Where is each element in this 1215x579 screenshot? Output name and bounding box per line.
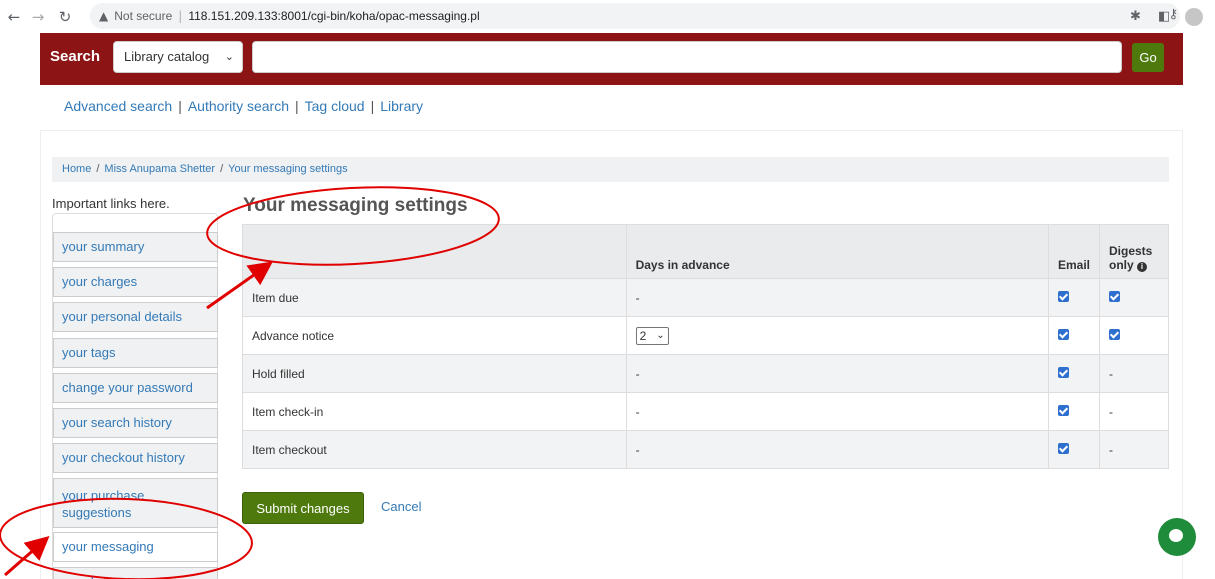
address-separator: | [178,9,183,23]
breadcrumb: Home / Miss Anupama Shetter / Your messa… [52,157,1169,182]
days-cell: 2 ⌄ [625,316,1049,355]
search-scope-select[interactable]: Library catalog ⌄ [113,41,243,73]
days-in-advance-select[interactable]: 2 ⌄ [635,326,669,345]
go-button[interactable]: Go [1132,43,1164,72]
reload-icon[interactable]: ↻ [56,8,74,26]
sidebar-item-purchase-suggestions[interactable]: your purchase suggestions [53,478,218,528]
chevron-down-icon: ⌄ [224,51,234,63]
email-cell [1047,316,1101,355]
table-row: Item check-in - - [242,392,1169,431]
cancel-link[interactable]: Cancel [381,499,421,514]
search-scope-value: Library catalog [124,49,210,64]
message-name: Hold filled [242,354,627,393]
divider: | [370,98,375,114]
breadcrumb-current[interactable]: Your messaging settings [228,163,347,176]
sidebar-item-change-password[interactable]: change your password [53,373,218,403]
authority-search-link[interactable]: Authority search [188,98,289,114]
table-row: Advance notice 2 ⌄ [242,316,1169,355]
digest-value: - [1099,354,1169,393]
search-input[interactable] [252,41,1122,73]
secondary-nav: Advanced search | Authority search | Tag… [64,98,423,114]
info-icon[interactable]: i [1137,262,1148,272]
message-name: Item check-in [242,392,627,431]
days-value: - [625,278,1049,317]
divider: | [178,98,182,114]
email-cell [1047,430,1101,469]
column-header-digests: Digests only i [1099,224,1169,279]
digest-value: - [1099,392,1169,431]
breadcrumb-patron[interactable]: Miss Anupama Shetter [104,163,215,176]
digest-cell [1099,316,1169,355]
days-select-value: 2 [639,328,647,343]
column-header-days: Days in advance [625,224,1049,279]
table-row: Item checkout - - [242,430,1169,469]
breadcrumb-separator: / [220,163,224,175]
sidebar-intro: Important links here. [52,196,170,211]
message-name: Advance notice [242,316,627,355]
side-panel-icon[interactable]: ◧ [1158,9,1170,24]
search-bar: Search Library catalog ⌄ Go [40,33,1183,85]
days-value: - [625,354,1049,393]
table-row: Item due - [242,278,1169,317]
email-cell [1047,354,1101,393]
digest-checkbox[interactable] [1109,290,1120,302]
email-cell [1047,278,1101,317]
email-checkbox[interactable] [1057,328,1069,340]
submit-changes-button[interactable]: Submit changes [242,492,364,524]
breadcrumb-separator: / [96,163,100,175]
sidebar-item-personal-details[interactable]: your personal details [53,302,218,332]
sidebar-item-charges[interactable]: your charges [53,267,218,297]
chevron-down-icon: ⌄ [656,329,665,341]
days-value: - [625,430,1049,469]
page-title: Your messaging settings [243,195,468,216]
email-checkbox[interactable] [1057,404,1069,416]
forward-arrow-icon[interactable]: → [29,8,47,26]
sidebar-item-checkout-history[interactable]: your checkout history [53,443,218,473]
extensions-icon[interactable]: ✱ [1130,9,1141,24]
digest-cell [1099,278,1169,317]
back-arrow-icon[interactable]: ← [5,8,23,26]
annotation-arrow-messaging [4,536,50,577]
library-link[interactable]: Library [380,98,423,114]
search-label: Search [50,48,101,65]
security-label: Not secure [114,9,173,23]
column-header-email: Email [1047,224,1101,279]
sidebar-item-messaging[interactable]: your messaging [53,532,218,562]
column-header-message [242,224,627,279]
email-checkbox[interactable] [1057,366,1069,378]
table-header-row: Days in advance Email Digests only i [242,224,1169,279]
message-name: Item due [242,278,627,317]
sidebar-item-tags[interactable]: your tags [53,338,218,368]
email-cell [1047,392,1101,431]
sidebar-item-lists[interactable]: your lists [53,567,218,579]
advanced-search-link[interactable]: Advanced search [64,98,172,114]
message-name: Item checkout [242,430,627,469]
browser-toolbar: ← → ↻ ▲ Not secure | 118.151.209.133:800… [0,0,1215,33]
days-value: - [625,392,1049,431]
breadcrumb-home[interactable]: Home [62,163,91,176]
digest-value: - [1099,430,1169,469]
warning-icon: ▲ [99,9,109,23]
sidebar-item-summary[interactable]: your summary [53,232,218,262]
email-checkbox[interactable] [1057,442,1069,454]
divider: | [295,98,299,114]
table-row: Hold filled - - [242,354,1169,393]
url-text: 118.151.209.133:8001/cgi-bin/koha/opac-m… [188,9,480,23]
chat-widget-icon[interactable] [1158,518,1196,556]
email-checkbox[interactable] [1057,290,1069,302]
tag-cloud-link[interactable]: Tag cloud [305,98,365,114]
address-bar[interactable]: ▲ Not secure | 118.151.209.133:8001/cgi-… [90,3,1215,29]
messaging-table: Days in advance Email Digests only i Ite… [242,224,1169,469]
sidebar-item-search-history[interactable]: your search history [53,408,218,438]
digest-checkbox[interactable] [1109,328,1120,340]
profile-avatar[interactable] [1185,8,1203,26]
